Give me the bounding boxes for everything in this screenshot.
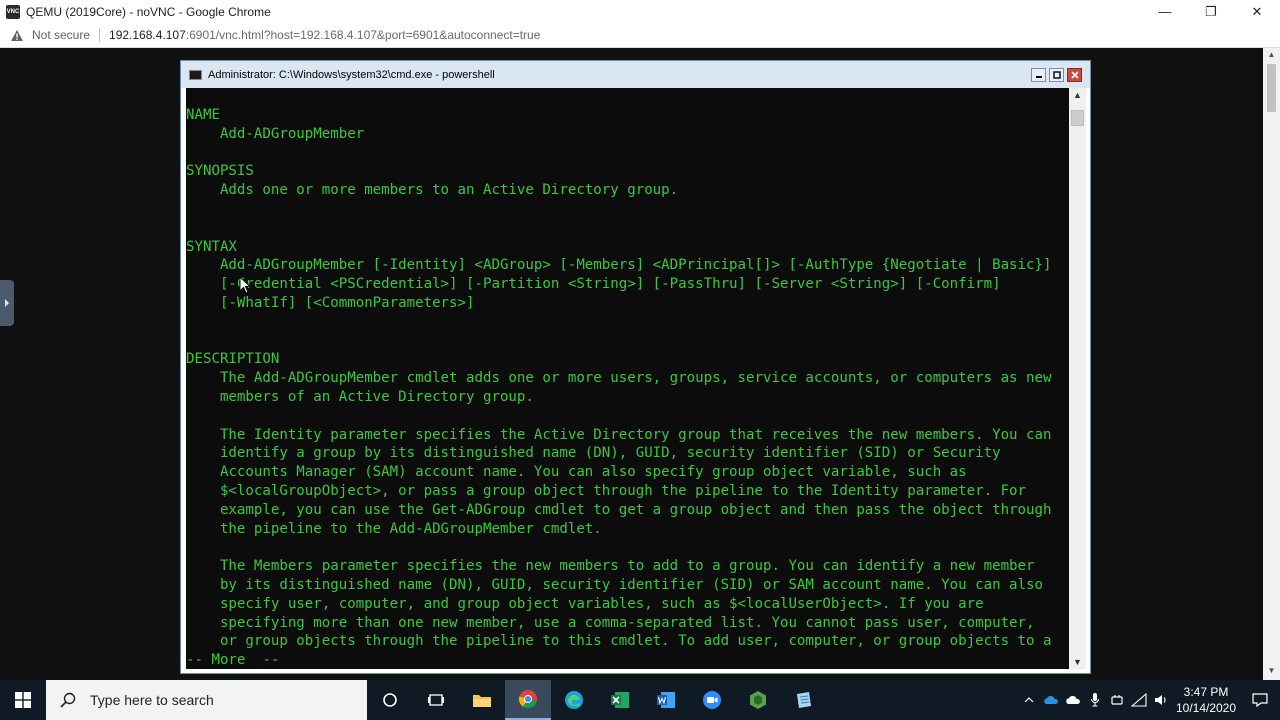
taskbar-search[interactable]: Type here to search: [46, 680, 367, 720]
clock-time: 3:47 PM: [1183, 685, 1229, 699]
console-line: the pipeline to the Add-ADGroupMember cm…: [186, 520, 602, 537]
cmd-icon: [189, 69, 202, 80]
console-line: SYNTAX: [186, 238, 237, 255]
console-scroll-down-icon[interactable]: ▼: [1069, 657, 1086, 667]
page-scrollbar[interactable]: ▲ ▼: [1263, 48, 1280, 680]
divider: [99, 28, 101, 42]
volume-icon[interactable]: [1150, 680, 1172, 720]
zoom-icon[interactable]: [689, 680, 735, 720]
console-line: $<localGroupObject>, or pass a group obj…: [186, 482, 1027, 499]
console-line: [-WhatIf] [<CommonParameters>]: [186, 294, 475, 311]
console-line: NAME: [186, 107, 220, 123]
action-center-icon[interactable]: [1240, 680, 1280, 720]
system-tray: 3:47 PM 10/14/2020: [1018, 680, 1280, 720]
cmd-window-controls: [1031, 68, 1082, 82]
search-placeholder: Type here to search: [90, 692, 214, 708]
console-line: or group objects through the pipeline to…: [186, 633, 1052, 650]
cmd-window[interactable]: Administrator: C:\Windows\system32\cmd.e…: [180, 60, 1091, 674]
minimize-button[interactable]: —: [1142, 0, 1188, 23]
scroll-thumb[interactable]: [1267, 64, 1276, 112]
window-title: QEMU (2019Core) - noVNC - Google Chrome: [26, 4, 271, 19]
security-label[interactable]: Not secure: [32, 28, 90, 42]
url-text[interactable]: 192.168.4.107:6901/vnc.html?host=192.168…: [109, 28, 540, 42]
maximize-button[interactable]: ❐: [1188, 0, 1234, 23]
console-line: DESCRIPTION: [186, 351, 280, 368]
browser-titlebar: VNC QEMU (2019Core) - noVNC - Google Chr…: [0, 0, 1280, 23]
cortana-icon[interactable]: [367, 680, 413, 720]
taskbar: Type here to search 3:47 PM 10/14/2020: [0, 680, 1280, 720]
console-line: The Add-ADGroupMember cmdlet adds one or…: [186, 370, 1052, 387]
url-host: 192.168.4.107: [109, 28, 186, 42]
console-line: Add-ADGroupMember [-Identity] <ADGroup> …: [186, 257, 1052, 274]
console-line: example, you can use the Get-ADGroup cmd…: [186, 501, 1052, 518]
console-scrollbar[interactable]: ▲ ▼: [1069, 88, 1086, 669]
close-button[interactable]: ✕: [1234, 0, 1280, 23]
url-rest: :6901/vnc.html?host=192.168.4.107&port=6…: [185, 28, 541, 42]
excel-icon[interactable]: [597, 680, 643, 720]
vnc-background: [0, 48, 153, 680]
cmd-minimize-button[interactable]: [1031, 68, 1046, 82]
edge-icon[interactable]: [551, 680, 597, 720]
console-line: identify a group by its distinguished na…: [186, 445, 1001, 462]
clock-date: 10/14/2020: [1175, 701, 1237, 715]
scroll-down-arrow-icon[interactable]: ▼: [1263, 666, 1280, 678]
nodejs-icon[interactable]: [735, 680, 781, 720]
console-output[interactable]: NAME Add-ADGroupMember SYNOPSIS Adds one…: [186, 88, 1069, 669]
cmd-title: Administrator: C:\Windows\system32\cmd.e…: [208, 68, 495, 81]
warning-icon[interactable]: [10, 28, 24, 42]
console-text: NAME Add-ADGroupMember SYNOPSIS Adds one…: [186, 106, 1052, 669]
console-scroll-thumb[interactable]: [1071, 110, 1084, 126]
task-view-icon[interactable]: [413, 680, 459, 720]
address-bar[interactable]: Not secure 192.168.4.107:6901/vnc.html?h…: [0, 23, 1280, 48]
console-line: [-Credential <PSCredential>] [-Partition…: [186, 276, 1001, 293]
word-icon[interactable]: [643, 680, 689, 720]
console-line: Accounts Manager (SAM) account name. You…: [186, 464, 967, 481]
console-line: specifying more than one new member, use…: [186, 614, 1035, 631]
onedrive-icon[interactable]: [1040, 680, 1062, 720]
novnc-control-bar-handle[interactable]: [0, 280, 14, 326]
console-line: members of an Active Directory group.: [186, 388, 534, 405]
cmd-titlebar[interactable]: Administrator: C:\Windows\system32\cmd.e…: [181, 61, 1090, 88]
wifi-icon[interactable]: [1128, 680, 1150, 720]
console-line: specify user, computer, and group object…: [186, 595, 984, 612]
console-line: SYNOPSIS: [186, 163, 254, 180]
notepad-icon[interactable]: [781, 680, 827, 720]
chrome-icon[interactable]: [505, 680, 551, 720]
system-clock[interactable]: 3:47 PM 10/14/2020: [1172, 684, 1240, 716]
show-hidden-icons-chevron-icon[interactable]: [1018, 680, 1040, 720]
cmd-close-button[interactable]: [1067, 68, 1082, 82]
console-line: by its distinguished name (DN), GUID, se…: [186, 576, 1044, 593]
console-line: Adds one or more members to an Active Di…: [186, 182, 679, 199]
microphone-icon[interactable]: [1084, 680, 1106, 720]
console-line: -- More --: [186, 652, 280, 669]
console-line: Add-ADGroupMember: [186, 125, 365, 142]
console-line: The Identity parameter specifies the Act…: [186, 426, 1052, 443]
cmd-maximize-button[interactable]: [1049, 68, 1064, 82]
search-icon: [60, 692, 76, 708]
cloud-icon[interactable]: [1062, 680, 1084, 720]
file-explorer-icon[interactable]: [459, 680, 505, 720]
power-plug-icon[interactable]: [1106, 680, 1128, 720]
console-line: The Members parameter specifies the new …: [186, 558, 1035, 575]
start-button[interactable]: [0, 680, 46, 720]
window-controls: — ❐ ✕: [1142, 0, 1280, 23]
console-scroll-up-icon[interactable]: ▲: [1069, 90, 1086, 100]
windows-logo-icon: [15, 692, 31, 708]
vnc-app-icon: VNC: [6, 4, 20, 19]
scroll-up-arrow-icon[interactable]: ▲: [1263, 50, 1280, 62]
